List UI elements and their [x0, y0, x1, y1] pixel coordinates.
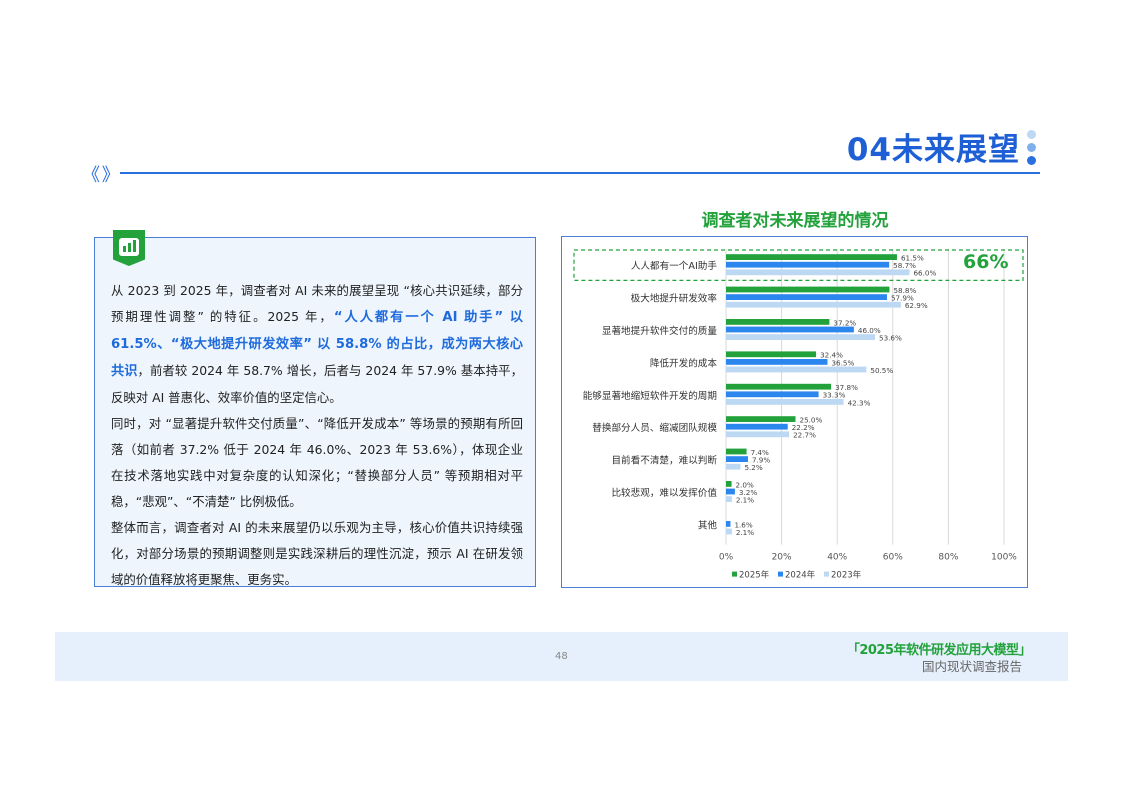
data-label: 2.1% — [736, 528, 754, 537]
bar — [726, 383, 832, 390]
bar — [726, 301, 901, 308]
page-number: 48 — [555, 651, 568, 662]
double-chevron-icon: 《 》 — [82, 165, 120, 186]
bar — [726, 423, 788, 430]
data-label: 33.3% — [823, 391, 846, 400]
category-label: 降低开发的成本 — [650, 357, 718, 369]
bar — [726, 416, 796, 422]
legend-swatch — [824, 571, 829, 577]
header-divider — [120, 172, 1040, 174]
paragraph-1: 从 2023 到 2025 年，调查者对 AI 未来的展望呈现 “核心共识延续，… — [111, 278, 523, 411]
callout-value: 66% — [963, 251, 1009, 273]
data-label: 5.2% — [744, 463, 762, 472]
legend-label: 2025年 — [739, 570, 770, 581]
report-subtitle: 国内现状调查报告 — [921, 659, 1022, 674]
bar-chart-icon — [113, 230, 145, 266]
bar — [726, 359, 828, 365]
data-label: 2.1% — [736, 496, 754, 505]
bar — [726, 448, 747, 455]
paragraph-2: 同时，对 “显著提升软件交付质量”、“降低开发成本” 等场景的预期有所回落（如前… — [111, 416, 523, 509]
category-label: 目前看不清楚，难以判断 — [611, 455, 717, 467]
category-label: 其他 — [698, 519, 718, 531]
bar — [726, 399, 844, 405]
bar — [726, 366, 867, 373]
bar-chart: 0% 20% 40% 60% 80% 100%人人都有一个AI助手61.5%58.7%66… — [573, 249, 1024, 581]
data-label: 42.3% — [848, 398, 871, 407]
data-label: 36.5% — [831, 358, 854, 367]
data-label: 37.2% — [833, 318, 856, 327]
bar — [726, 463, 741, 470]
x-tick-label: 80% — [938, 553, 958, 563]
data-label: 22.7% — [793, 431, 816, 440]
data-label: 46.0% — [858, 326, 881, 335]
x-tick-label: 40% — [827, 553, 847, 563]
bar — [726, 269, 910, 276]
bar — [726, 488, 735, 495]
paragraph-3: 整体而言，调查者对 AI 的未来展望仍以乐观为主导，核心价值共识持续强化，对部分… — [111, 520, 523, 587]
bar — [726, 294, 887, 300]
category-label: 替换部分人员、缩减团队规模 — [592, 422, 717, 434]
bar — [726, 351, 817, 358]
bar — [726, 521, 731, 527]
chart-title: 调查者对未来展望的情况 — [701, 211, 889, 231]
category-label: 人人都有一个AI助手 — [631, 260, 718, 272]
data-label: 50.5% — [870, 366, 893, 375]
bar — [726, 456, 748, 462]
category-label: 显著地提升软件交付的质量 — [602, 325, 718, 337]
data-label: 66.0% — [913, 269, 936, 278]
bar — [726, 528, 732, 535]
bar — [726, 481, 732, 487]
category-label: 能够显著地缩短软件开发的周期 — [583, 390, 717, 402]
x-tick-label: 100% — [991, 553, 1017, 563]
legend-label: 2024年 — [785, 570, 816, 581]
section-title: 04未来展望 — [846, 132, 1020, 168]
bar — [726, 391, 819, 398]
summary-text: 从 2023 到 2025 年，调查者对 AI 未来的展望呈现 “核心共识延续，… — [111, 278, 523, 593]
bar — [726, 319, 830, 325]
data-label: 62.9% — [905, 301, 928, 310]
x-tick-label: 60% — [883, 553, 903, 563]
paragraph-1-detail: ，前者较 2024 年 58.7% 增长，后者与 2024 年 57.9% 基本… — [111, 363, 523, 405]
bar — [726, 496, 732, 502]
bar — [726, 334, 876, 340]
bar — [726, 286, 890, 293]
bar — [726, 254, 897, 260]
category-label: 比较悲观，难以发挥价值 — [611, 487, 717, 499]
chart-panel: 0% 20% 40% 60% 80% 100% 人人都有一个AI助手 61.5% 58.7% 66… — [561, 236, 1028, 588]
decorative-dots-icon — [1027, 130, 1036, 169]
category-label: 极大地提升研发效率 — [631, 293, 718, 305]
legend-swatch — [732, 571, 737, 577]
bar — [726, 326, 854, 333]
data-label: 53.6% — [879, 334, 902, 343]
bar — [726, 261, 890, 268]
legend-label: 2023年 — [831, 570, 862, 581]
x-tick-label: 0% — [719, 553, 734, 563]
x-tick-label: 20% — [772, 553, 792, 563]
summary-panel: 从 2023 到 2025 年，调查者对 AI 未来的展望呈现 “核心共识延续，… — [94, 230, 536, 587]
bar — [726, 431, 790, 438]
legend-swatch — [778, 571, 783, 577]
